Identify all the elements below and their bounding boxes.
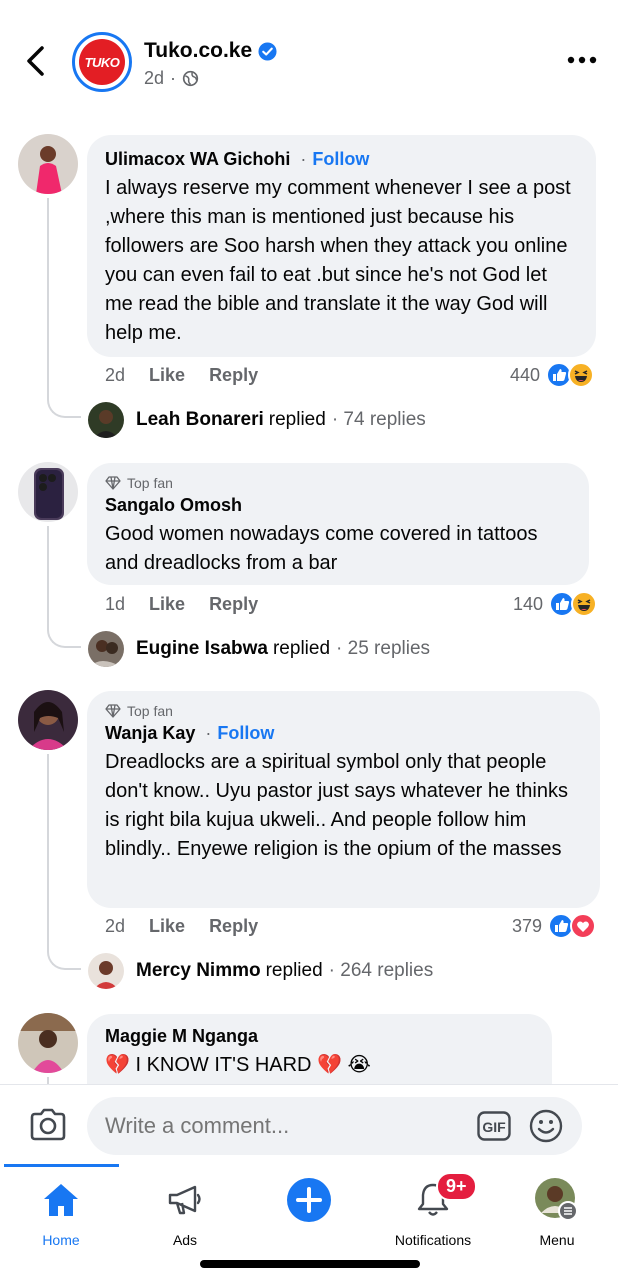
comment-author[interactable]: Sangalo Omosh <box>105 495 242 516</box>
comment-time: 1d <box>105 594 126 614</box>
thread-connector <box>47 398 81 418</box>
avatar[interactable] <box>18 690 78 750</box>
reaction-summary[interactable]: 140 <box>513 591 598 617</box>
home-icon <box>44 1184 78 1216</box>
follow-button[interactable]: Follow <box>217 723 274 744</box>
comment-input-box[interactable]: GIF <box>87 1097 582 1155</box>
view-replies[interactable]: Mercy Nimmo replied · 264 replies <box>88 953 433 989</box>
reply-verb: replied <box>268 409 326 430</box>
reply-verb: replied <box>265 960 323 981</box>
reaction-summary[interactable]: 440 <box>510 362 595 388</box>
globe-icon <box>182 70 199 87</box>
nav-notifications-label: Notifications <box>394 1232 472 1248</box>
comment-bubble[interactable]: Top fan Wanja Kay · Follow Dreadlocks ar… <box>87 691 600 908</box>
page-name[interactable]: Tuko.co.ke <box>144 39 252 63</box>
reply-avatar <box>88 631 124 667</box>
notifications-badge: 9+ <box>436 1172 477 1201</box>
diamond-icon <box>105 704 121 718</box>
view-replies[interactable]: Eugine Isabwa replied · 25 replies <box>88 631 430 667</box>
thread-line <box>47 526 49 628</box>
nav-home-label: Home <box>42 1232 80 1248</box>
plus-icon <box>287 1178 331 1222</box>
nav-ads[interactable]: Ads <box>125 1178 245 1248</box>
like-button[interactable]: Like <box>149 365 185 386</box>
post-meta: 2d · <box>144 68 199 89</box>
nav-ads-label: Ads <box>172 1232 198 1248</box>
reply-author: Mercy Nimmo <box>136 960 261 981</box>
more-options-icon[interactable] <box>566 52 598 68</box>
active-tab-indicator <box>4 1164 119 1167</box>
reply-author: Eugine Isabwa <box>136 638 268 659</box>
verified-badge-icon <box>258 41 277 61</box>
haha-reaction-icon <box>571 591 598 617</box>
comment-actions: 2d Like Reply <box>105 916 258 937</box>
comment-author[interactable]: Ulimacox WA Gichohi <box>105 149 290 170</box>
comment-author[interactable]: Maggie M Nganga <box>105 1026 258 1047</box>
gif-icon[interactable]: GIF <box>477 1111 511 1141</box>
comment-text: Good women nowadays come covered in tatt… <box>105 523 538 574</box>
comment-actions: 2d Like Reply <box>105 365 258 386</box>
nav-create[interactable] <box>249 1178 369 1234</box>
comment-bubble[interactable]: Ulimacox WA Gichohi · Follow I always re… <box>87 135 596 357</box>
nav-menu[interactable]: Menu <box>497 1178 617 1248</box>
reply-button[interactable]: Reply <box>209 594 258 615</box>
follow-button[interactable]: Follow <box>312 149 369 170</box>
nav-menu-label: Menu <box>539 1232 575 1248</box>
top-fan-badge: Top fan <box>105 475 571 491</box>
reaction-count: 140 <box>513 593 544 614</box>
reply-button[interactable]: Reply <box>209 916 258 937</box>
haha-reaction-icon <box>568 362 595 388</box>
view-replies[interactable]: Leah Bonareri replied · 74 replies <box>88 402 426 438</box>
post-time: 2d <box>144 68 165 88</box>
like-button[interactable]: Like <box>149 594 185 615</box>
reaction-summary[interactable]: 379 <box>512 913 597 939</box>
top-fan-label: Top fan <box>127 703 173 719</box>
reply-avatar <box>88 953 124 989</box>
home-indicator <box>200 1260 420 1268</box>
comment-text: Dreadlocks are a spiritual symbol only t… <box>105 751 568 860</box>
reply-author: Leah Bonareri <box>136 409 264 430</box>
love-reaction-icon <box>570 913 597 939</box>
diamond-icon <box>105 476 121 490</box>
reaction-count: 440 <box>510 364 541 385</box>
avatar[interactable] <box>18 1013 78 1073</box>
reply-count: · 264 replies <box>328 960 434 981</box>
thread-connector <box>47 628 81 648</box>
back-arrow-icon[interactable] <box>22 44 50 78</box>
comment-time: 2d <box>105 365 126 385</box>
thread-line <box>47 754 49 950</box>
like-button[interactable]: Like <box>149 916 185 937</box>
reply-avatar <box>88 402 124 438</box>
comment-text: 💔 I KNOW IT'S HARD 💔 😭 <box>105 1054 371 1076</box>
thread-connector <box>47 950 81 970</box>
reply-verb: replied <box>272 638 331 659</box>
comment-input[interactable] <box>105 1113 465 1139</box>
meta-separator: · <box>170 68 177 88</box>
comment-time: 2d <box>105 916 126 936</box>
comment-text: I always reserve my comment whenever I s… <box>105 177 571 344</box>
camera-icon[interactable] <box>28 1107 68 1143</box>
gif-label: GIF <box>482 1119 506 1135</box>
comment-composer: GIF <box>0 1084 618 1164</box>
reply-button[interactable]: Reply <box>209 365 258 386</box>
thread-line <box>47 198 49 398</box>
emoji-icon[interactable] <box>529 1109 563 1143</box>
page-avatar[interactable]: TUKO <box>72 32 132 92</box>
reply-count: · 74 replies <box>331 409 426 430</box>
avatar[interactable] <box>18 134 78 194</box>
comment-actions: 1d Like Reply <box>105 594 258 615</box>
reply-count: · 25 replies <box>336 638 431 659</box>
nav-home[interactable]: Home <box>1 1178 121 1248</box>
top-fan-badge: Top fan <box>105 703 582 719</box>
profile-avatar-icon <box>535 1178 578 1221</box>
post-header: TUKO Tuko.co.ke 2d · <box>0 0 618 118</box>
page-title[interactable]: Tuko.co.ke <box>144 39 277 63</box>
top-fan-label: Top fan <box>127 475 173 491</box>
reaction-count: 379 <box>512 915 543 936</box>
avatar[interactable] <box>18 462 78 522</box>
megaphone-icon <box>168 1185 201 1215</box>
comment-author[interactable]: Wanja Kay <box>105 723 195 744</box>
comment-bubble[interactable]: Top fan Sangalo Omosh Good women nowaday… <box>87 463 589 585</box>
page-logo-text: TUKO <box>79 39 125 85</box>
